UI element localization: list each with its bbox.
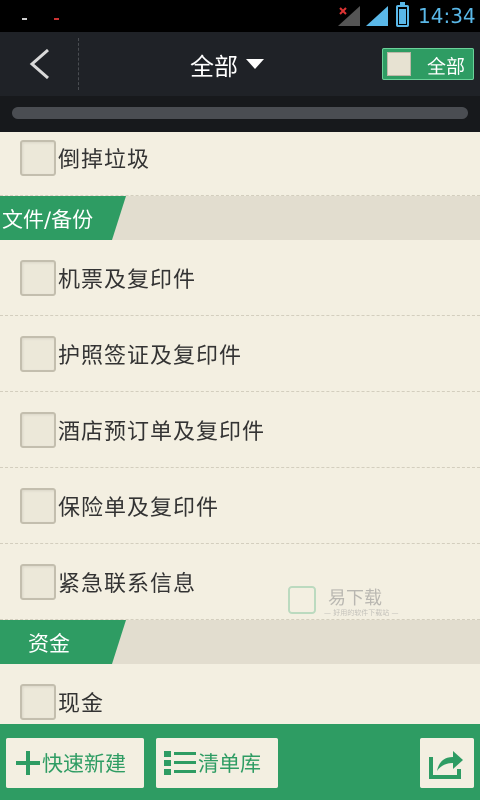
list-item[interactable]: 保险单及复印件: [0, 468, 480, 544]
bottom-toolbar: 快速新建 清单库: [0, 724, 480, 800]
quick-new-label: 快速新建: [42, 752, 126, 776]
list-item[interactable]: 机票及复印件: [0, 240, 480, 316]
status-time: 14:34: [418, 4, 476, 28]
header-divider: [78, 38, 79, 90]
list-item[interactable]: 酒店预订单及复印件: [0, 392, 480, 468]
item-label: 保险单及复印件: [58, 496, 220, 521]
wifi-signal-icon: [338, 6, 360, 26]
item-label: 现金: [58, 692, 105, 717]
quick-new-button[interactable]: 快速新建: [6, 738, 144, 788]
battery-icon: [396, 2, 409, 27]
list-library-button[interactable]: 清单库: [156, 738, 278, 788]
category-dropdown[interactable]: 全部: [190, 32, 300, 96]
watermark-subtext: — 好用的软件下载站 —: [324, 609, 399, 617]
progress-area: [0, 96, 480, 132]
watermark-text: 易下载: [328, 588, 382, 609]
checklist: 倒掉垃圾 文件/备份 机票及复印件 护照签证及复印件 酒店预订单及复印件 保险单…: [0, 132, 480, 724]
item-checkbox[interactable]: [20, 412, 56, 448]
progress-bar: [12, 107, 468, 119]
list-library-label: 清单库: [198, 752, 261, 776]
share-icon: [429, 751, 463, 779]
item-label: 护照签证及复印件: [58, 344, 243, 369]
share-button[interactable]: [420, 738, 474, 788]
section-header: 文件/备份: [0, 196, 480, 240]
caret-down-icon: [246, 59, 264, 69]
page-title: 全部: [190, 52, 238, 81]
section-title: 文件/备份: [2, 208, 94, 232]
list-icon: [164, 751, 196, 775]
section-tag: 文件/备份: [0, 196, 126, 240]
watermark-logo-icon: [288, 586, 316, 614]
item-label: 倒掉垃圾: [58, 148, 151, 173]
back-button[interactable]: [0, 32, 78, 96]
select-all-label: 全部: [427, 56, 466, 78]
list-item[interactable]: 现金: [0, 664, 480, 724]
plus-icon: [16, 751, 40, 775]
chevron-left-icon: [29, 48, 49, 80]
item-checkbox[interactable]: [20, 564, 56, 600]
item-label: 机票及复印件: [58, 268, 197, 293]
item-checkbox[interactable]: [20, 336, 56, 372]
section-title: 资金: [28, 632, 70, 656]
notification-icon: [22, 18, 27, 20]
cell-signal-icon: [366, 6, 388, 26]
item-label: 酒店预订单及复印件: [58, 420, 266, 445]
section-header: 资金: [0, 620, 480, 664]
item-label: 紧急联系信息: [58, 572, 197, 597]
notification-icon: [54, 18, 59, 20]
item-checkbox[interactable]: [20, 140, 56, 176]
item-checkbox[interactable]: [20, 488, 56, 524]
select-all-checkbox: [387, 52, 411, 76]
list-item[interactable]: 紧急联系信息: [0, 544, 480, 620]
item-checkbox[interactable]: [20, 684, 56, 720]
watermark: 易下载 — 好用的软件下载站 —: [288, 584, 398, 624]
item-checkbox[interactable]: [20, 260, 56, 296]
list-item[interactable]: 倒掉垃圾: [0, 132, 480, 196]
list-item[interactable]: 护照签证及复印件: [0, 316, 480, 392]
app-header: 全部 全部: [0, 32, 480, 96]
select-all-button[interactable]: 全部: [382, 48, 474, 80]
status-bar: 14:34: [0, 0, 480, 32]
section-tag: 资金: [0, 620, 126, 664]
